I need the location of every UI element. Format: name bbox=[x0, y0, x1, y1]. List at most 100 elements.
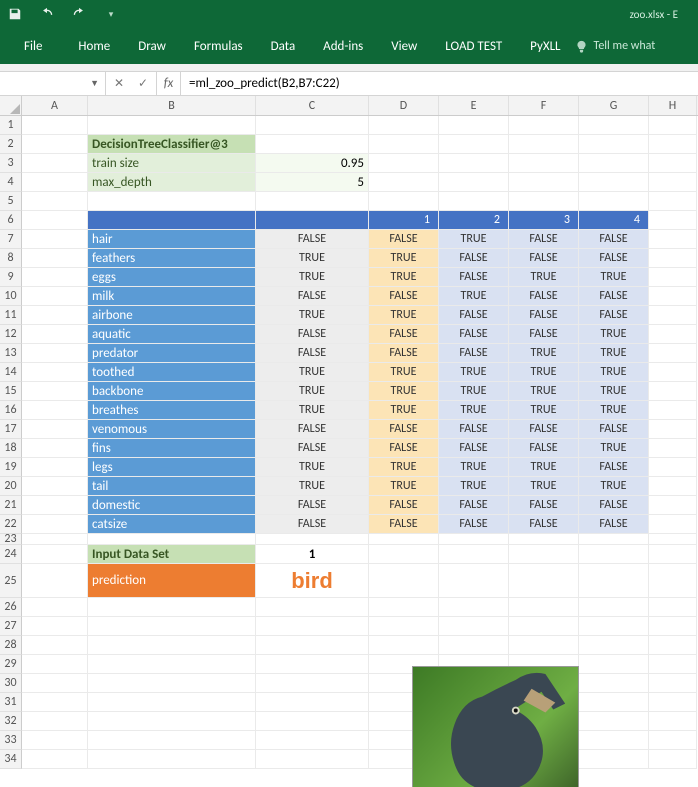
feature-hair[interactable]: hair bbox=[88, 230, 256, 249]
cell-E2[interactable] bbox=[439, 135, 509, 154]
cell-B1[interactable] bbox=[88, 116, 256, 135]
val-backbone-C[interactable]: TRUE bbox=[256, 382, 369, 401]
col-header-H[interactable]: H bbox=[649, 96, 697, 115]
feature-legs[interactable]: legs bbox=[88, 458, 256, 477]
row-header-21[interactable]: 21 bbox=[0, 496, 22, 515]
cell-B28[interactable] bbox=[88, 636, 256, 655]
cell-B33[interactable] bbox=[88, 731, 256, 750]
val-aquatic-G[interactable]: TRUE bbox=[579, 325, 649, 344]
val-toothed-F[interactable]: TRUE bbox=[509, 363, 579, 382]
val-milk-E[interactable]: TRUE bbox=[439, 287, 509, 306]
cell-C32[interactable] bbox=[256, 712, 369, 731]
tab-loadtest[interactable]: LOAD TEST bbox=[431, 28, 516, 64]
param-maxdepth-value[interactable]: 5 bbox=[256, 173, 369, 192]
cell-A30[interactable] bbox=[22, 674, 88, 693]
cell-F3[interactable] bbox=[509, 154, 579, 173]
cell-A29[interactable] bbox=[22, 655, 88, 674]
cell-H27[interactable] bbox=[649, 617, 697, 636]
cell-H11[interactable] bbox=[649, 306, 697, 325]
redo-icon[interactable] bbox=[72, 7, 86, 21]
row-header-15[interactable]: 15 bbox=[0, 382, 22, 401]
fx-icon[interactable]: fx bbox=[157, 72, 181, 95]
row-header-33[interactable]: 33 bbox=[0, 731, 22, 750]
cell-A11[interactable] bbox=[22, 306, 88, 325]
table-header-2[interactable]: 2 bbox=[439, 211, 509, 230]
tab-draw[interactable]: Draw bbox=[124, 28, 180, 64]
cell-A22[interactable] bbox=[22, 515, 88, 534]
cell-G30[interactable] bbox=[579, 674, 649, 693]
tab-pyxll[interactable]: PyXLL bbox=[516, 28, 574, 64]
cell-H32[interactable] bbox=[649, 712, 697, 731]
row-header-18[interactable]: 18 bbox=[0, 439, 22, 458]
val-fins-C[interactable]: FALSE bbox=[256, 439, 369, 458]
val-catsize-G[interactable]: FALSE bbox=[579, 515, 649, 534]
table-header-blank[interactable] bbox=[88, 211, 256, 230]
cell-H16[interactable] bbox=[649, 401, 697, 420]
cell-D23[interactable] bbox=[369, 534, 439, 545]
cell-B23[interactable] bbox=[88, 534, 256, 545]
cell-D24[interactable] bbox=[369, 545, 439, 564]
val-breathes-C[interactable]: TRUE bbox=[256, 401, 369, 420]
cell-A23[interactable] bbox=[22, 534, 88, 545]
row-header-2[interactable]: 2 bbox=[0, 135, 22, 154]
row-header-19[interactable]: 19 bbox=[0, 458, 22, 477]
param-maxdepth-label[interactable]: max_depth bbox=[88, 173, 256, 192]
val-catsize-C[interactable]: FALSE bbox=[256, 515, 369, 534]
cell-F5[interactable] bbox=[509, 192, 579, 211]
row-header-25[interactable]: 25 bbox=[0, 564, 22, 598]
row-header-10[interactable]: 10 bbox=[0, 287, 22, 306]
tab-view[interactable]: View bbox=[377, 28, 431, 64]
val-legs-C[interactable]: TRUE bbox=[256, 458, 369, 477]
cell-D28[interactable] bbox=[369, 636, 439, 655]
col-header-D[interactable]: D bbox=[369, 96, 439, 115]
cell-H31[interactable] bbox=[649, 693, 697, 712]
val-tail-E[interactable]: TRUE bbox=[439, 477, 509, 496]
val-fins-D[interactable]: FALSE bbox=[369, 439, 439, 458]
cell-A16[interactable] bbox=[22, 401, 88, 420]
cell-A6[interactable] bbox=[22, 211, 88, 230]
val-airbone-G[interactable]: FALSE bbox=[579, 306, 649, 325]
cell-C1[interactable] bbox=[256, 116, 369, 135]
cell-E26[interactable] bbox=[439, 598, 509, 617]
val-backbone-F[interactable]: TRUE bbox=[509, 382, 579, 401]
val-airbone-F[interactable]: FALSE bbox=[509, 306, 579, 325]
cell-E27[interactable] bbox=[439, 617, 509, 636]
cell-H14[interactable] bbox=[649, 363, 697, 382]
cell-G26[interactable] bbox=[579, 598, 649, 617]
cell-A5[interactable] bbox=[22, 192, 88, 211]
cell-H5[interactable] bbox=[649, 192, 697, 211]
cell-E5[interactable] bbox=[439, 192, 509, 211]
val-venomous-G[interactable]: FALSE bbox=[579, 420, 649, 439]
cell-H3[interactable] bbox=[649, 154, 697, 173]
cell-H18[interactable] bbox=[649, 439, 697, 458]
val-predator-D[interactable]: FALSE bbox=[369, 344, 439, 363]
val-catsize-E[interactable]: FALSE bbox=[439, 515, 509, 534]
cell-H30[interactable] bbox=[649, 674, 697, 693]
val-eggs-C[interactable]: TRUE bbox=[256, 268, 369, 287]
row-header-16[interactable]: 16 bbox=[0, 401, 22, 420]
cell-A28[interactable] bbox=[22, 636, 88, 655]
val-toothed-E[interactable]: TRUE bbox=[439, 363, 509, 382]
cell-G24[interactable] bbox=[579, 545, 649, 564]
row-header-32[interactable]: 32 bbox=[0, 712, 22, 731]
row-header-11[interactable]: 11 bbox=[0, 306, 22, 325]
row-header-31[interactable]: 31 bbox=[0, 693, 22, 712]
feature-predator[interactable]: predator bbox=[88, 344, 256, 363]
val-domestic-D[interactable]: FALSE bbox=[369, 496, 439, 515]
val-hair-D[interactable]: FALSE bbox=[369, 230, 439, 249]
cell-D2[interactable] bbox=[369, 135, 439, 154]
cell-G23[interactable] bbox=[579, 534, 649, 545]
val-fins-G[interactable]: TRUE bbox=[579, 439, 649, 458]
cell-H6[interactable] bbox=[649, 211, 697, 230]
val-airbone-D[interactable]: TRUE bbox=[369, 306, 439, 325]
col-header-G[interactable]: G bbox=[579, 96, 649, 115]
val-domestic-F[interactable]: FALSE bbox=[509, 496, 579, 515]
cell-D5[interactable] bbox=[369, 192, 439, 211]
table-header-4[interactable]: 4 bbox=[579, 211, 649, 230]
cell-B5[interactable] bbox=[88, 192, 256, 211]
cell-A9[interactable] bbox=[22, 268, 88, 287]
cell-H9[interactable] bbox=[649, 268, 697, 287]
cell-D26[interactable] bbox=[369, 598, 439, 617]
input-dataset-value[interactable]: 1 bbox=[256, 545, 369, 564]
row-header-9[interactable]: 9 bbox=[0, 268, 22, 287]
